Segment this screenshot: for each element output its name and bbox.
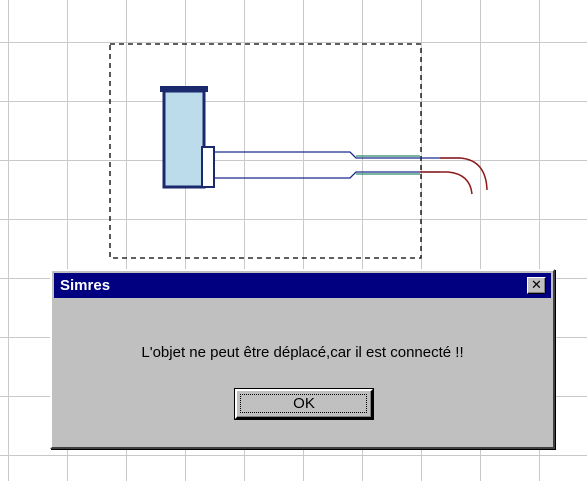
dialog-titlebar[interactable]: Simres ✕: [54, 273, 551, 298]
pipe-lower-line: [214, 171, 440, 179]
ok-button[interactable]: OK: [234, 388, 374, 420]
pipe-bend-inner: [420, 171, 473, 195]
pipe-object[interactable]: [214, 151, 488, 195]
tank-object[interactable]: [160, 86, 215, 189]
tank-body: [162, 89, 206, 189]
dialog-title: Simres: [60, 277, 111, 294]
pipe-bend-outer: [440, 157, 488, 191]
dialog-message: L'objet ne peut être déplacé,car il est …: [141, 344, 464, 361]
selection-marquee: [109, 43, 422, 259]
tank-top-cap: [160, 86, 208, 92]
message-dialog: Simres ✕ L'objet ne peut être déplacé,ca…: [50, 269, 555, 449]
pipe-upper-line: [214, 151, 460, 159]
close-icon: ✕: [531, 278, 542, 293]
close-button[interactable]: ✕: [527, 277, 546, 294]
tank-outlet: [201, 146, 215, 188]
ok-button-label: OK: [293, 395, 315, 412]
